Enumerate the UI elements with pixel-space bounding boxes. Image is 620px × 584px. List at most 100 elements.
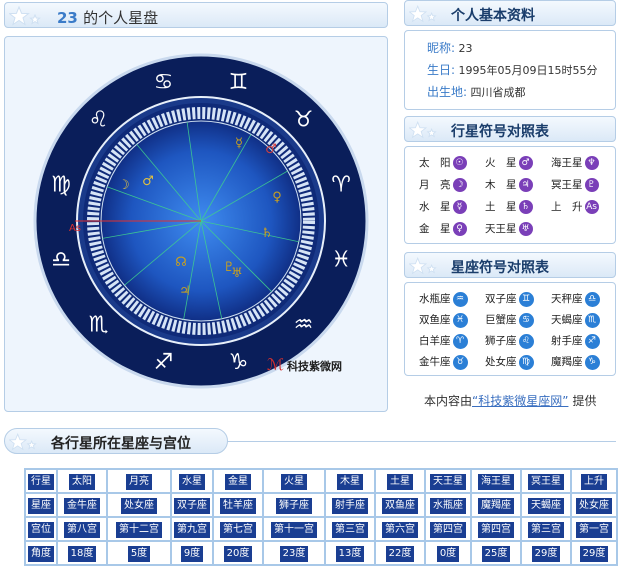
table-cell: 宫位: [26, 518, 56, 540]
zodiac-glyph-icon: ♉: [452, 354, 468, 370]
table-cell: 天王星: [426, 470, 470, 492]
table-cell: 月亮: [108, 470, 170, 492]
planet-legend-label: 水 星: [419, 201, 451, 213]
planet-glyph-icon: ☿: [452, 200, 467, 214]
zodiac-legend-label: 狮子座: [485, 335, 517, 347]
table-cell: 9度: [172, 542, 212, 564]
table-cell: 魔羯座: [472, 494, 520, 516]
table-cell: 25度: [472, 542, 520, 564]
planet-legend-label: 太 阳: [419, 157, 451, 169]
planet-glyph: ☊: [175, 255, 187, 270]
zodiac-sign-glyph: ♏: [89, 313, 109, 338]
planet-legend-item: 火 星 ♂: [485, 155, 533, 170]
table-cell: 第四宫: [472, 518, 520, 540]
birthday-value: 1995年05月09日15时55分: [458, 64, 598, 77]
planet-glyph: As: [69, 223, 81, 234]
table-cell: 第十一宫: [264, 518, 324, 540]
planet-legend-item: 海王星 ♆: [551, 155, 599, 170]
table-cell: 土星: [376, 470, 424, 492]
zodiac-sign-glyph: ♎: [51, 248, 71, 273]
table-cell: 22度: [376, 542, 424, 564]
table-cell: 双子座: [172, 494, 212, 516]
planet-legend-label: 海王星: [551, 157, 583, 169]
table-cell: 狮子座: [264, 494, 324, 516]
zodiac-sign-glyph: ♉: [294, 107, 314, 132]
planet-glyph-icon: ♆: [584, 156, 599, 170]
planet-legend-label: 天王星: [485, 223, 517, 235]
positions-title: 各行星所在星座与宫位: [51, 436, 191, 452]
table-cell: 木星: [326, 470, 374, 492]
planet-glyph-icon: ♂: [518, 156, 533, 170]
planet-glyph-icon: ♃: [518, 178, 533, 192]
zodiac-legend-label: 金牛座: [419, 356, 451, 368]
table-cell: 第一宫: [572, 518, 616, 540]
planet-legend-label: 上 升: [551, 201, 583, 213]
table-cell: 水星: [172, 470, 212, 492]
planet-glyph-icon: As: [584, 200, 599, 214]
planet-legend-item: 天王星 ♅: [485, 221, 533, 236]
zodiac-sign-glyph: ♈: [331, 172, 351, 197]
planet-legend-item: 土 星 ♄: [485, 199, 533, 214]
table-cell: 水瓶座: [426, 494, 470, 516]
zodiac-glyph-icon: ♑: [584, 354, 600, 370]
zodiac-legend-label: 射手座: [551, 335, 583, 347]
planet-legend-item: 水 星 ☿: [419, 199, 467, 214]
planet-legend-label: 冥王星: [551, 179, 583, 191]
planet-glyph-icon: ♀: [452, 222, 467, 236]
zodiac-legend-title: 星座符号对照表: [451, 260, 549, 276]
zodiac-sign-glyph: ♑: [229, 350, 249, 375]
profile-panel: 昵称: 23 生日: 1995年05月09日15时55分 出生地: 四川省成都: [404, 30, 616, 110]
planet-glyph-icon: ♅: [518, 222, 533, 236]
table-cell: 29度: [522, 542, 570, 564]
table-cell: 第十二宫: [108, 518, 170, 540]
zodiac-legend-label: 巨蟹座: [485, 314, 517, 326]
table-cell: 29度: [572, 542, 616, 564]
planet-glyph-icon: ☉: [452, 156, 467, 170]
zodiac-glyph-icon: ♌: [518, 333, 534, 349]
planet-legend-label: 土 星: [485, 201, 517, 213]
planet-legend-label: 月 亮: [419, 179, 451, 191]
zodiac-glyph-icon: ♓: [452, 312, 468, 328]
svg-text:ℳ: ℳ: [267, 355, 284, 374]
table-cell: 双鱼座: [376, 494, 424, 516]
table-cell: 牡羊座: [214, 494, 262, 516]
birthday-row: 生日: 1995年05月09日15时55分: [427, 63, 598, 77]
table-cell: 天蝎座: [522, 494, 570, 516]
zodiac-legend-item: 白羊座 ♈: [419, 333, 468, 349]
table-cell: 23度: [264, 542, 324, 564]
birthplace-row: 出生地: 四川省成都: [427, 85, 526, 99]
zodiac-legend-label: 双子座: [485, 293, 517, 305]
planet-glyph: ♂: [142, 174, 154, 189]
planet-legend-item: 上 升 As: [551, 199, 599, 214]
zodiac-legend-item: 狮子座 ♌: [485, 333, 534, 349]
table-cell: 火星: [264, 470, 324, 492]
zodiac-glyph-icon: ♒: [452, 291, 468, 307]
stars-icon: [9, 6, 41, 26]
table-cell: 第三宫: [326, 518, 374, 540]
planet-glyph-icon: ♄: [518, 200, 533, 214]
table-row: 角度 18度 5度 9度 20度 23度 13度 22度 0度 25度 29度 29度: [26, 542, 616, 564]
zodiac-glyph-icon: ♐: [584, 333, 600, 349]
table-cell: 角度: [26, 542, 56, 564]
chart-header: 23 的个人星盘: [4, 2, 388, 28]
planet-glyph: ♀: [272, 190, 282, 205]
zodiac-legend-header: 星座符号对照表: [404, 252, 616, 278]
planet-legend-item: 金 星 ♀: [419, 221, 467, 236]
table-cell: 金星: [214, 470, 262, 492]
planet-glyph-icon: ☽: [452, 178, 467, 192]
zodiac-legend-label: 白羊座: [419, 335, 451, 347]
planet-glyph: ♂: [265, 142, 277, 157]
zodiac-legend-item: 水瓶座 ♒: [419, 291, 468, 307]
zodiac-legend-label: 处女座: [485, 356, 517, 368]
table-cell: 第九宫: [172, 518, 212, 540]
table-cell: 0度: [426, 542, 470, 564]
planet-glyph: ♅: [231, 266, 243, 281]
credit-link[interactable]: “科技紫微星座网”: [472, 394, 568, 408]
credit-line: 本内容由“科技紫微星座网” 提供: [424, 394, 597, 408]
planet-legend-item: 木 星 ♃: [485, 177, 533, 192]
planet-glyph: ☽: [118, 178, 130, 193]
chart-title: 23 的个人星盘: [57, 9, 159, 27]
zodiac-sign-glyph: ♊: [229, 70, 249, 95]
planet-glyph: ♃: [179, 284, 191, 299]
profile-title: 个人基本资料: [451, 8, 535, 24]
